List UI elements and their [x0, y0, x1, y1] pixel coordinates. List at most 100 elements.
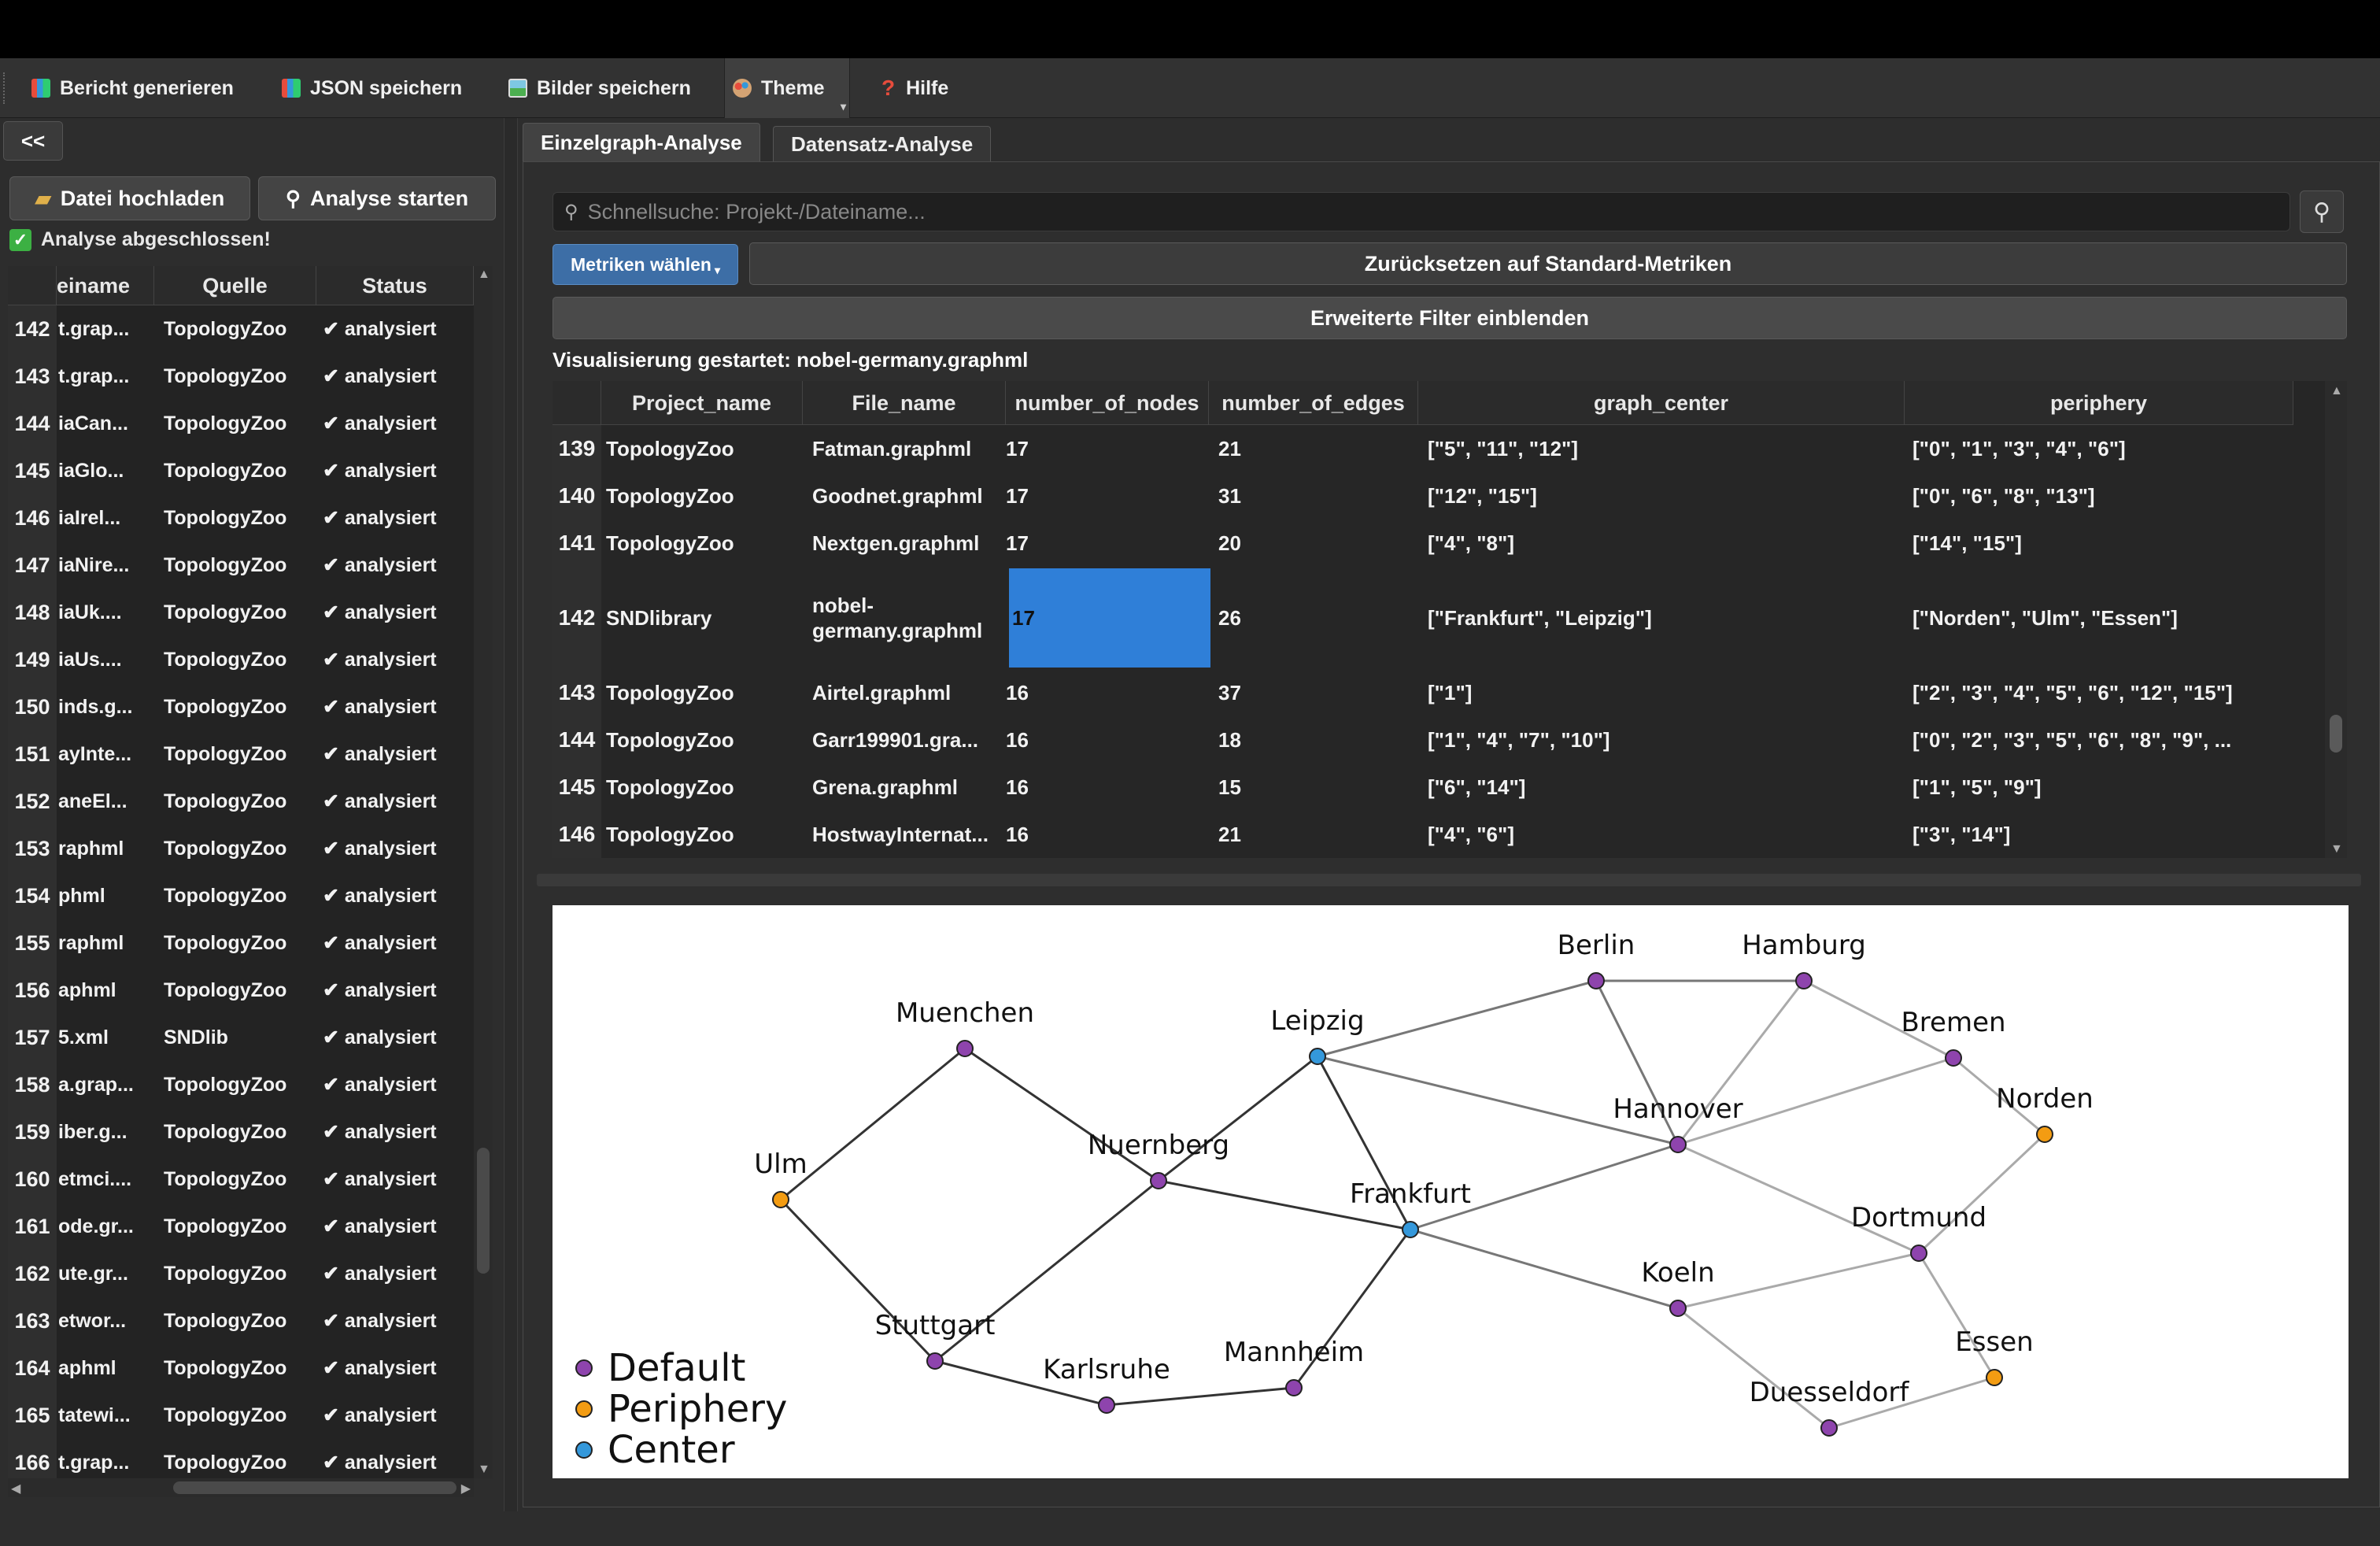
menu-theme[interactable]: Theme ▾: [724, 58, 850, 118]
table-row[interactable]: 145 TopologyZoo Grena.graphml 16 15 ["6", "14…: [552, 764, 2325, 811]
menu-bericht-generieren[interactable]: Bericht generieren: [24, 58, 242, 118]
table-row[interactable]: 159 iber.g... TopologyZoo ✔ analysiert: [8, 1108, 474, 1156]
node-muenchen[interactable]: [956, 1040, 974, 1057]
table-row[interactable]: 147 iaNire... TopologyZoo ✔ analysiert: [8, 542, 474, 589]
cell-graph-center[interactable]: ["4", "8"]: [1428, 520, 1905, 567]
table-row[interactable]: 162 ute.gr... TopologyZoo ✔ analysiert: [8, 1250, 474, 1297]
node-stuttgart[interactable]: [926, 1352, 944, 1370]
table-row[interactable]: 143 t.grap... TopologyZoo ✔ analysiert: [8, 353, 474, 400]
cell-number-of-nodes[interactable]: 17: [1006, 520, 1209, 567]
cell-periphery[interactable]: ["0", "6", "8", "13"]: [1913, 472, 2293, 520]
node-karlsruhe[interactable]: [1098, 1396, 1115, 1414]
cell-project-name[interactable]: TopologyZoo: [606, 520, 803, 567]
horizontal-splitter[interactable]: [537, 874, 2361, 886]
cell-file-name[interactable]: nobel-germany.graphml: [812, 567, 1006, 669]
cell-graph-center[interactable]: ["12", "15"]: [1428, 472, 1905, 520]
cell-periphery[interactable]: ["3", "14"]: [1913, 811, 2293, 858]
column-header-number-of-nodes[interactable]: number_of_nodes: [1006, 381, 1209, 425]
table-row[interactable]: 156 aphml TopologyZoo ✔ analysiert: [8, 967, 474, 1014]
cell-periphery[interactable]: ["Norden", "Ulm", "Essen"]: [1913, 567, 2293, 669]
scroll-down-icon[interactable]: ▼: [478, 1463, 490, 1477]
metrics-table-vertical-scrollbar[interactable]: ▲ ▼: [2325, 381, 2347, 858]
reset-metrics-button[interactable]: Zurücksetzen auf Standard-Metriken: [749, 242, 2347, 285]
start-analysis-button[interactable]: ⚲ Analyse starten: [258, 176, 496, 220]
table-row[interactable]: 155 raphml TopologyZoo ✔ analysiert: [8, 919, 474, 967]
cell-number-of-edges[interactable]: 21: [1218, 811, 1418, 858]
column-header-graph-center[interactable]: graph_center: [1418, 381, 1905, 425]
cell-file-name[interactable]: Nextgen.graphml: [812, 520, 1006, 567]
cell-project-name[interactable]: TopologyZoo: [606, 425, 803, 472]
toolbar-grip[interactable]: [3, 72, 8, 104]
table-row[interactable]: 144 TopologyZoo Garr199901.gra... 16 18 ["1",…: [552, 716, 2325, 764]
node-hannover[interactable]: [1669, 1136, 1687, 1153]
cell-number-of-nodes[interactable]: 17: [1006, 425, 1209, 472]
cell-graph-center[interactable]: ["6", "14"]: [1428, 764, 1905, 811]
table-row[interactable]: 145 iaGlo... TopologyZoo ✔ analysiert: [8, 447, 474, 494]
node-bremen[interactable]: [1945, 1049, 1962, 1067]
cell-number-of-edges[interactable]: 15: [1218, 764, 1418, 811]
cell-number-of-nodes[interactable]: 17: [1006, 472, 1209, 520]
cell-number-of-nodes[interactable]: 16: [1006, 811, 1209, 858]
cell-graph-center[interactable]: ["Frankfurt", "Leipzig"]: [1428, 567, 1905, 669]
column-header-file-name[interactable]: File_name: [803, 381, 1006, 425]
cell-project-name[interactable]: SNDlibrary: [606, 567, 803, 669]
cell-graph-center[interactable]: ["4", "6"]: [1428, 811, 1905, 858]
menu-hilfe[interactable]: ? Hilfe: [874, 58, 956, 118]
table-row[interactable]: 146 TopologyZoo HostwayInternat... 16 21 ["4"…: [552, 811, 2325, 858]
table-row[interactable]: 141 TopologyZoo Nextgen.graphml 17 20 ["4", "…: [552, 520, 2325, 567]
column-header-filename[interactable]: einame: [57, 266, 154, 305]
scroll-left-icon[interactable]: ◀: [11, 1481, 20, 1496]
table-row[interactable]: 149 iaUs.... TopologyZoo ✔ analysiert: [8, 636, 474, 683]
node-frankfurt[interactable]: [1402, 1221, 1419, 1238]
cell-number-of-edges[interactable]: 31: [1218, 472, 1418, 520]
cell-file-name[interactable]: Grena.graphml: [812, 764, 1006, 811]
table-row[interactable]: 154 phml TopologyZoo ✔ analysiert: [8, 872, 474, 919]
cell-project-name[interactable]: TopologyZoo: [606, 669, 803, 716]
scrollbar-thumb[interactable]: [477, 1148, 490, 1274]
node-essen[interactable]: [1986, 1369, 2003, 1386]
table-row[interactable]: 164 aphml TopologyZoo ✔ analysiert: [8, 1344, 474, 1392]
table-row[interactable]: 150 inds.g... TopologyZoo ✔ analysiert: [8, 683, 474, 730]
file-table-vertical-scrollbar[interactable]: ▲ ▼: [474, 266, 493, 1478]
table-row[interactable]: 165 tatewi... TopologyZoo ✔ analysiert: [8, 1392, 474, 1439]
table-row[interactable]: 160 etmci.... TopologyZoo ✔ analysiert: [8, 1156, 474, 1203]
cell-number-of-edges[interactable]: 26: [1218, 567, 1418, 669]
cell-graph-center[interactable]: ["5", "11", "12"]: [1428, 425, 1905, 472]
column-header-source[interactable]: Quelle: [154, 266, 316, 305]
cell-number-of-nodes[interactable]: 17: [1009, 568, 1210, 668]
node-dortmund[interactable]: [1910, 1245, 1927, 1262]
cell-file-name[interactable]: HostwayInternat...: [812, 811, 1006, 858]
node-duesseldorf[interactable]: [1820, 1419, 1838, 1437]
cell-periphery[interactable]: ["14", "15"]: [1913, 520, 2293, 567]
table-row[interactable]: 151 ayInte... TopologyZoo ✔ analysiert: [8, 730, 474, 778]
select-metrics-button[interactable]: Metriken wählen ▾: [552, 244, 738, 285]
cell-periphery[interactable]: ["0", "1", "3", "4", "6"]: [1913, 425, 2293, 472]
collapse-sidebar-button[interactable]: <<: [3, 121, 63, 161]
table-row[interactable]: 143 TopologyZoo Airtel.graphml 16 37 ["1"] ["2…: [552, 669, 2325, 716]
table-row[interactable]: 166 t.grap... TopologyZoo ✔ analysiert: [8, 1439, 474, 1478]
scroll-up-icon[interactable]: ▲: [2330, 384, 2343, 398]
file-table-horizontal-scrollbar[interactable]: ◀ ▶: [8, 1478, 474, 1497]
node-mannheim[interactable]: [1285, 1379, 1303, 1396]
table-row[interactable]: 146 iaIrel... TopologyZoo ✔ analysiert: [8, 494, 474, 542]
search-button[interactable]: ⚲: [2300, 190, 2344, 233]
tab-datensatz-analyse[interactable]: Datensatz-Analyse: [773, 126, 992, 162]
column-header-status[interactable]: Status: [316, 266, 474, 305]
scrollbar-thumb[interactable]: [173, 1481, 456, 1494]
node-hamburg[interactable]: [1795, 972, 1813, 989]
cell-project-name[interactable]: TopologyZoo: [606, 472, 803, 520]
table-row[interactable]: 142 t.grap... TopologyZoo ✔ analysiert: [8, 305, 474, 353]
cell-project-name[interactable]: TopologyZoo: [606, 811, 803, 858]
table-row[interactable]: 152 aneEl... TopologyZoo ✔ analysiert: [8, 778, 474, 825]
cell-project-name[interactable]: TopologyZoo: [606, 716, 803, 764]
advanced-filter-button[interactable]: Erweiterte Filter einblenden: [552, 297, 2347, 339]
cell-number-of-edges[interactable]: 21: [1218, 425, 1418, 472]
upload-file-button[interactable]: ▰ Datei hochladen: [9, 176, 250, 220]
cell-file-name[interactable]: Garr199901.gra...: [812, 716, 1006, 764]
table-row[interactable]: 140 TopologyZoo Goodnet.graphml 17 31 ["12", …: [552, 472, 2325, 520]
cell-periphery[interactable]: ["0", "2", "3", "5", "6", "8", "9", ...: [1913, 716, 2293, 764]
scrollbar-thumb[interactable]: [2330, 715, 2342, 753]
cell-number-of-edges[interactable]: 20: [1218, 520, 1418, 567]
node-nuernberg[interactable]: [1150, 1172, 1167, 1189]
scroll-right-icon[interactable]: ▶: [461, 1481, 471, 1496]
